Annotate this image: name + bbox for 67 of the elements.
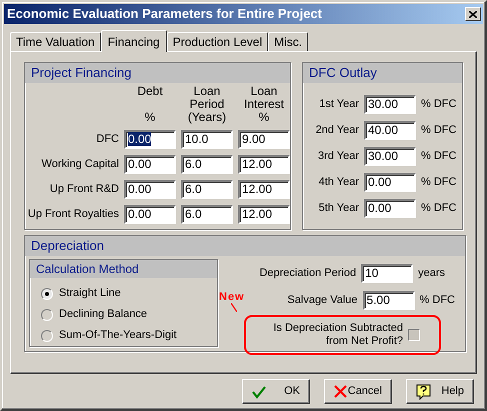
group-title: Depreciation [25, 236, 465, 256]
radio-label: Declining Balance [59, 307, 148, 322]
unit-label: % DFC [421, 175, 456, 190]
input-field[interactable]: 5.00 [362, 291, 415, 310]
row-label: 2nd Year [314, 123, 359, 138]
input-field[interactable]: 30.00 [364, 95, 416, 114]
annotation-label: New [219, 290, 245, 305]
radio-button[interactable] [41, 288, 53, 300]
column-header: Loan Period (Years) [186, 85, 228, 124]
input-field[interactable]: 9.00 [238, 130, 290, 149]
close-icon [334, 385, 347, 398]
group-title: Project Financing [25, 63, 290, 83]
input-field[interactable]: 30.00 [364, 147, 416, 166]
radio-label: Sum-Of-The-Years-Digit [59, 328, 177, 343]
column-header: Loan Interest % [242, 85, 286, 124]
column-header: Debt % [136, 85, 164, 124]
leader-line [231, 303, 237, 312]
input-field[interactable]: 6.0 [181, 180, 233, 199]
input-field[interactable]: 12.00 [238, 205, 290, 224]
input-field[interactable]: 12.00 [238, 155, 290, 174]
unit-label: % DFC [420, 293, 455, 308]
radio-button[interactable] [41, 330, 53, 342]
group-title: DFC Outlay [303, 63, 462, 83]
row-label: 3rd Year [317, 149, 359, 164]
input-field[interactable]: 12.00 [238, 180, 290, 199]
unit-label: % DFC [421, 201, 456, 216]
input-field[interactable]: 10.0 [181, 130, 233, 149]
row-label: Up Front R&D [48, 182, 119, 198]
unit-label: % DFC [421, 149, 456, 164]
radio-button[interactable] [41, 308, 53, 320]
input-field[interactable]: 6.0 [181, 155, 233, 174]
unit-label: % DFC [421, 123, 456, 138]
field-label: Salvage Value [287, 293, 358, 308]
input-field[interactable]: 10 [361, 264, 414, 283]
tab[interactable]: Financing [100, 30, 167, 52]
row-label: Working Capital [40, 157, 119, 172]
input-field[interactable]: 0.00 [364, 173, 416, 192]
dialog-button[interactable]: OK [242, 379, 310, 404]
help-icon [416, 384, 431, 400]
tab[interactable]: Misc. [268, 32, 308, 51]
input-field[interactable]: 6.0 [181, 205, 233, 224]
field-label: Depreciation Period [259, 266, 356, 282]
row-label: 1st Year [318, 97, 359, 112]
row-label: 5th Year [318, 201, 359, 216]
check-icon [252, 384, 266, 398]
dialog-button[interactable]: Cancel [324, 379, 392, 404]
input-field[interactable]: 40.00 [364, 121, 416, 140]
unit-label: years [418, 266, 445, 282]
row-label: 4th Year [318, 175, 359, 190]
tab[interactable]: Time Valuation [10, 32, 101, 51]
input-field[interactable]: 0.00 [124, 130, 176, 149]
tab[interactable]: Production Level [166, 32, 268, 51]
row-label: DFC [95, 132, 119, 148]
input-field[interactable]: 0.00 [364, 199, 416, 218]
row-label: Up Front Royalties [26, 207, 119, 222]
radio-label: Straight Line [59, 286, 121, 301]
close-icon [469, 10, 477, 18]
input-field[interactable]: 0.00 [124, 180, 176, 199]
group-title: Calculation Method [30, 260, 217, 278]
close-button[interactable] [465, 7, 481, 21]
input-field[interactable]: 0.00 [124, 155, 176, 174]
dialog-button[interactable]: Help [406, 379, 474, 404]
checkbox-label: Is Depreciation Subtracted from Net Profit? [273, 322, 403, 348]
input-field[interactable]: 0.00 [124, 205, 176, 224]
window-title: Economic Evaluation Parameters for Entire Project [7, 5, 323, 24]
unit-label: % DFC [421, 97, 456, 112]
checkbox[interactable] [408, 329, 420, 341]
